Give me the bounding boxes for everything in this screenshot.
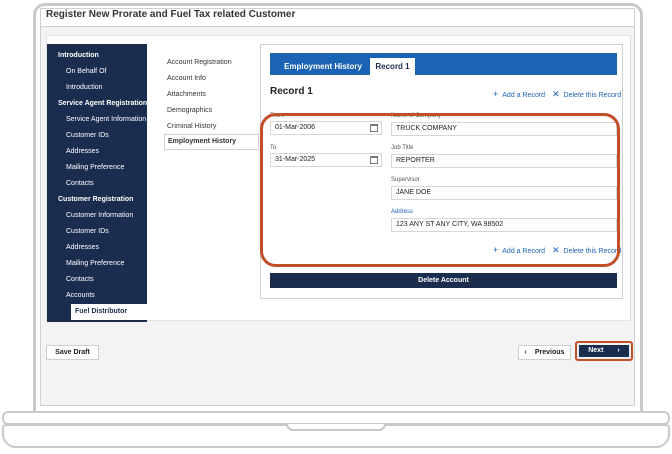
- subnav-employment-history[interactable]: Employment History: [164, 134, 259, 150]
- highlight-ring: [260, 113, 620, 267]
- sidebar-item-addresses[interactable]: Addresses: [47, 144, 147, 160]
- laptop-hinge: [2, 411, 670, 425]
- chevron-right-icon: ›: [617, 347, 620, 354]
- window-title: Register New Prorate and Fuel Tax relate…: [46, 9, 296, 20]
- subnav-attachments[interactable]: Attachments: [164, 88, 259, 102]
- sidebar-item-mailing-preference-2[interactable]: Mailing Preference: [47, 256, 147, 272]
- record-title: Record 1: [270, 86, 313, 97]
- delete-record-button-top[interactable]: ✕ Delete this Record: [552, 89, 621, 101]
- sidebar-item-contacts[interactable]: Contacts: [47, 176, 147, 192]
- sidebar-item-contacts-2[interactable]: Contacts: [47, 272, 147, 288]
- subnav-criminal-history[interactable]: Criminal History: [164, 120, 259, 134]
- tab-record-1[interactable]: Record 1: [370, 58, 415, 75]
- subnav-demographics[interactable]: Demographics: [164, 104, 259, 118]
- sidebar-item-accounts[interactable]: Accounts: [47, 288, 147, 304]
- next-button[interactable]: Next ›: [579, 345, 629, 357]
- tab-employment-history[interactable]: Employment History: [275, 58, 371, 75]
- close-icon: ✕: [552, 89, 560, 99]
- sidebar-item-customer-ids-2[interactable]: Customer IDs: [47, 224, 147, 240]
- sidebar-item-customer-information[interactable]: Customer Information: [47, 208, 147, 224]
- sidebar-item-customer-ids[interactable]: Customer IDs: [47, 128, 147, 144]
- add-record-button-top[interactable]: + Add a Record: [493, 89, 545, 101]
- sidebar-item-service-agent-registration[interactable]: Service Agent Registration: [47, 96, 147, 112]
- sidebar-item-addresses-2[interactable]: Addresses: [47, 240, 147, 256]
- previous-button[interactable]: ‹ Previous: [518, 345, 571, 360]
- sidebar-item-introduction[interactable]: Introduction: [47, 80, 147, 96]
- save-draft-button[interactable]: Save Draft: [46, 345, 99, 360]
- subnav-account-registration[interactable]: Account Registration: [164, 56, 259, 70]
- laptop-notch: [286, 424, 386, 431]
- tab-bar: Employment History Record 1: [270, 53, 617, 75]
- sidebar-item-on-behalf-of[interactable]: On Behalf Of: [47, 64, 147, 80]
- subnav-account-info[interactable]: Account Info: [164, 72, 259, 86]
- next-highlight: Next ›: [575, 341, 633, 361]
- app-window: Register New Prorate and Fuel Tax relate…: [40, 8, 635, 406]
- chevron-left-icon: ‹: [524, 349, 527, 356]
- sidebar-item-customer-registration[interactable]: Customer Registration: [47, 192, 147, 208]
- plus-icon: +: [493, 89, 499, 99]
- sidebar-item-introduction-head[interactable]: Introduction: [47, 48, 147, 64]
- delete-account-button[interactable]: Delete Account: [270, 273, 617, 288]
- title-bar: Register New Prorate and Fuel Tax relate…: [41, 9, 634, 27]
- sidebar-item-mailing-preference[interactable]: Mailing Preference: [47, 160, 147, 176]
- sidebar-item-fuel-distributor[interactable]: Fuel Distributor: [71, 304, 147, 320]
- sidebar: Introduction On Behalf Of Introduction S…: [47, 44, 147, 322]
- sidebar-item-service-agent-information[interactable]: Service Agent Information: [47, 112, 147, 128]
